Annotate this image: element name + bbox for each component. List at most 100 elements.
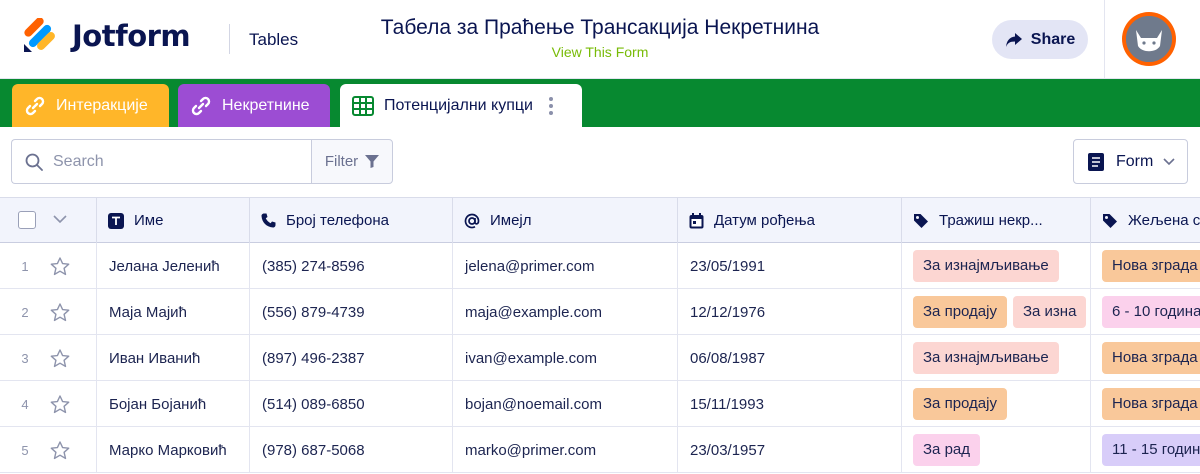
table-row[interactable]: 5 Марко Марковић (978) 687-5068 marko@prime… (0, 427, 1200, 473)
jotform-logo[interactable]: Jotform (22, 18, 191, 54)
tag-icon (914, 213, 928, 228)
star-icon[interactable] (50, 440, 70, 460)
star-icon[interactable] (50, 256, 70, 276)
column-header-age[interactable]: Жељена с (1091, 198, 1200, 243)
funnel-icon (365, 155, 380, 168)
cell-phone[interactable]: (514) 089-6850 (250, 381, 453, 427)
tag-badge: За изна (1012, 296, 1087, 328)
tag-badge: Нова зграда (1102, 342, 1200, 374)
column-header-label: Датум рођења (714, 212, 815, 229)
column-header-email[interactable]: Имејл (453, 198, 678, 243)
cell-email[interactable]: jelena@primer.com (453, 243, 678, 289)
column-header-label: Број телефона (286, 212, 389, 229)
cell-age[interactable]: 6 - 10 година (1091, 289, 1200, 335)
brand-name: Jotform (72, 19, 191, 53)
tag-badge: 6 - 10 година (1102, 296, 1200, 328)
jotform-logo-icon (24, 18, 55, 52)
cell-email[interactable]: ivan@example.com (453, 335, 678, 381)
cell-seeking[interactable]: За рад (902, 427, 1091, 473)
data-grid: Име Број телефона Имејл Датум рођења Тра… (0, 197, 1200, 474)
column-header-label: Тражиш некр... (939, 212, 1043, 229)
column-header-phone[interactable]: Број телефона (250, 198, 453, 243)
avatar[interactable] (1122, 12, 1176, 66)
share-label: Share (1030, 30, 1076, 48)
column-header-label: Жељена с (1128, 212, 1200, 229)
cell-name[interactable]: Јелана Јеленић (97, 243, 250, 289)
cell-email[interactable]: bojan@noemail.com (453, 381, 678, 427)
tag-badge: За продају (913, 388, 1007, 420)
select-all-cell (0, 198, 97, 243)
cell-phone[interactable]: (978) 687-5068 (250, 427, 453, 473)
row-controls: 5 (0, 427, 97, 473)
cell-name[interactable]: Иван Иванић (97, 335, 250, 381)
table-header-row: Име Број телефона Имејл Датум рођења Тра… (0, 197, 1200, 243)
cell-age[interactable]: Нова зграда (1091, 381, 1200, 427)
table-row[interactable]: 1 Јелана Јеленић (385) 274-8596 jelena@prim… (0, 243, 1200, 289)
cell-phone[interactable]: (556) 879-4739 (250, 289, 453, 335)
search-input[interactable] (53, 152, 293, 171)
star-icon[interactable] (50, 348, 70, 368)
cell-seeking[interactable]: За продају (902, 381, 1091, 427)
cell-email[interactable]: maja@example.com (453, 289, 678, 335)
filter-button[interactable]: Filter (311, 139, 393, 184)
cell-birthdate[interactable]: 23/05/1991 (678, 243, 902, 289)
cell-age[interactable]: Нова зграда (1091, 335, 1200, 381)
link-icon (25, 96, 45, 115)
cell-phone[interactable]: (897) 496-2387 (250, 335, 453, 381)
table-grid-icon (352, 95, 374, 116)
table-row[interactable]: 4 Бојан Бојанић (514) 089-6850 bojan@noemai… (0, 381, 1200, 427)
tab-potential-buyers[interactable]: Потенцијални купци (340, 84, 582, 127)
cell-age[interactable]: Нова зграда (1091, 243, 1200, 289)
column-header-birthdate[interactable]: Датум рођења (678, 198, 902, 243)
calendar-icon (689, 212, 704, 228)
tab-interactions[interactable]: Интеракције (12, 84, 169, 127)
header-separator (1104, 0, 1105, 79)
view-form-link[interactable]: View This Form (340, 44, 860, 60)
chevron-down-icon[interactable] (53, 215, 67, 224)
cell-phone[interactable]: (385) 274-8596 (250, 243, 453, 289)
more-options-icon[interactable] (548, 96, 554, 116)
tag-badge: За продају (913, 296, 1007, 328)
row-controls: 1 (0, 243, 97, 289)
cell-name[interactable]: Маја Мајић (97, 289, 250, 335)
tab-label: Потенцијални купци (384, 96, 533, 114)
row-number: 1 (21, 258, 29, 274)
tag-badge: За изнајмљивање (913, 342, 1059, 374)
tab-properties[interactable]: Некретнине (178, 84, 330, 127)
cell-seeking[interactable]: За изнајмљивање (902, 335, 1091, 381)
product-label[interactable]: Tables (249, 30, 298, 50)
search-box (11, 139, 311, 184)
select-all-checkbox[interactable] (18, 211, 36, 229)
cell-birthdate[interactable]: 12/12/1976 (678, 289, 902, 335)
column-header-name[interactable]: Име (97, 198, 250, 243)
cell-seeking[interactable]: За изнајмљивање (902, 243, 1091, 289)
column-header-label: Имејл (490, 212, 532, 229)
column-header-seeking[interactable]: Тражиш некр... (902, 198, 1091, 243)
cell-birthdate[interactable]: 23/03/1957 (678, 427, 902, 473)
tag-badge: 11 - 15 година (1102, 434, 1200, 466)
tab-label: Интеракције (56, 96, 148, 114)
cell-age[interactable]: 11 - 15 година (1091, 427, 1200, 473)
star-icon[interactable] (50, 302, 70, 322)
page-title: Табела за Праћење Трансакција Некретнина (380, 16, 820, 39)
link-icon (191, 96, 211, 115)
text-type-icon (108, 212, 124, 229)
table-row[interactable]: 3 Иван Иванић (897) 496-2387 ivan@example.c… (0, 335, 1200, 381)
form-document-icon (1088, 152, 1104, 171)
star-icon[interactable] (50, 394, 70, 414)
share-button[interactable]: Share (992, 20, 1088, 59)
search-icon (25, 153, 43, 171)
cell-email[interactable]: marko@primer.com (453, 427, 678, 473)
tag-badge: Нова зграда (1102, 250, 1200, 282)
cell-birthdate[interactable]: 15/11/1993 (678, 381, 902, 427)
cell-name[interactable]: Марко Марковић (97, 427, 250, 473)
row-controls: 2 (0, 289, 97, 335)
cell-birthdate[interactable]: 06/08/1987 (678, 335, 902, 381)
row-number: 4 (21, 396, 29, 412)
form-label: Form (1116, 152, 1154, 170)
cell-seeking[interactable]: За продају За изна (902, 289, 1091, 335)
cell-name[interactable]: Бојан Бојанић (97, 381, 250, 427)
table-row[interactable]: 2 Маја Мајић (556) 879-4739 maja@example.co… (0, 289, 1200, 335)
form-button[interactable]: Form (1073, 139, 1188, 184)
at-icon (464, 213, 480, 228)
